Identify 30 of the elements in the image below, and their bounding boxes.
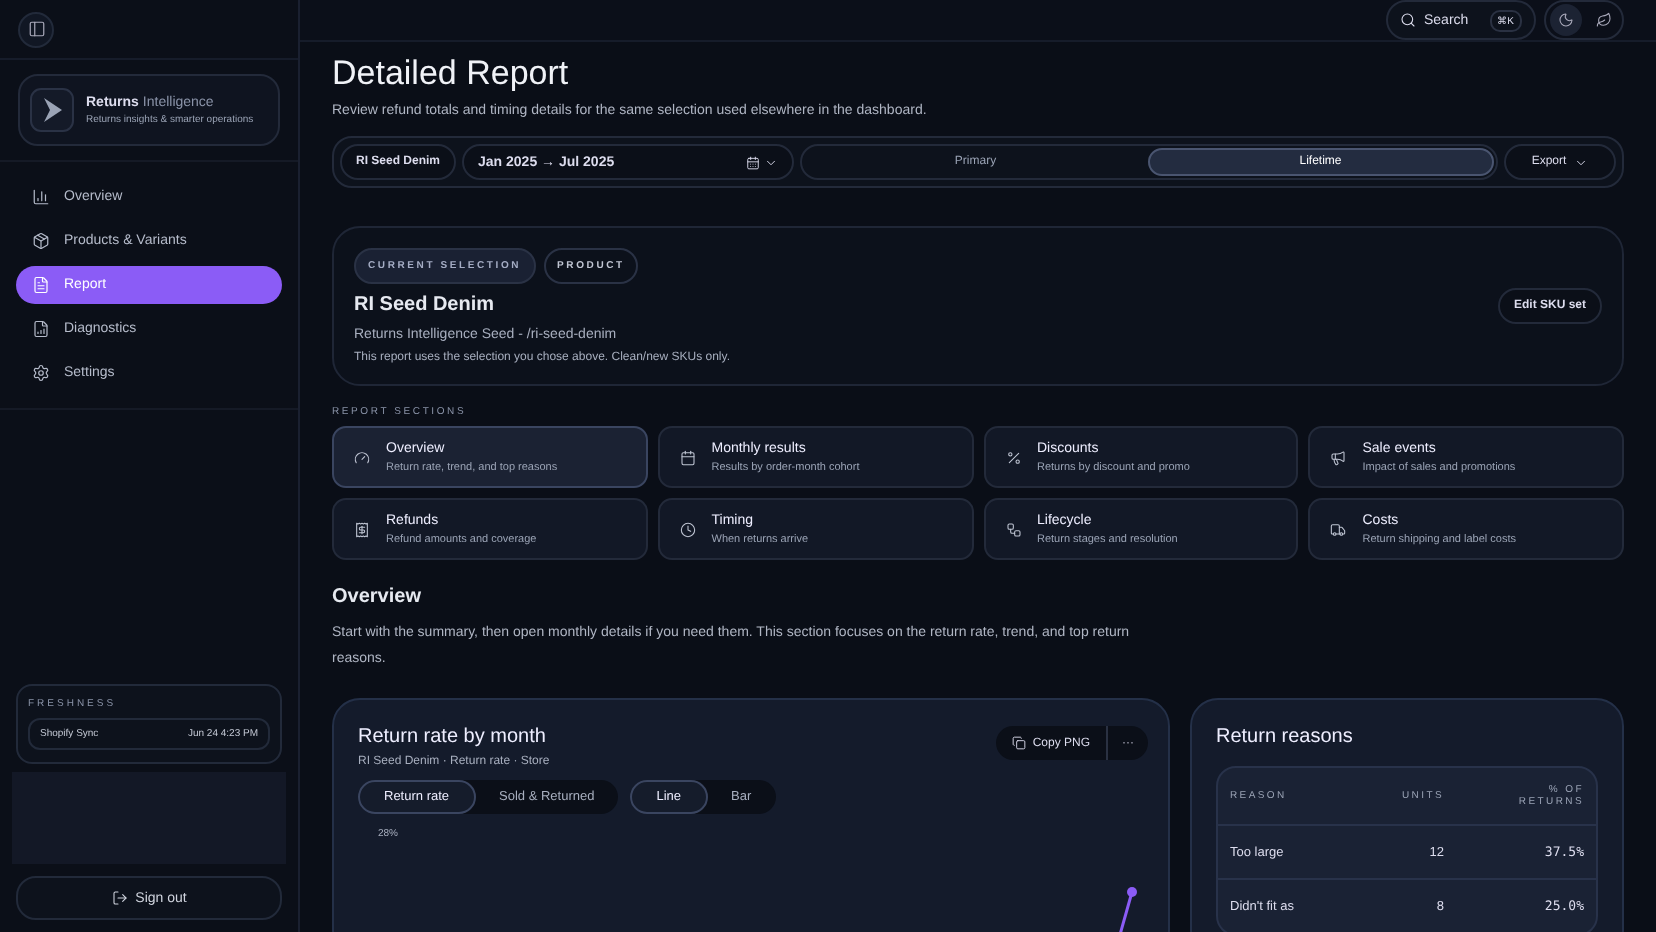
bar-chart-icon — [32, 188, 50, 206]
leaf-icon — [1595, 12, 1611, 28]
percent-icon — [1005, 449, 1021, 465]
truck-icon — [1330, 521, 1347, 537]
megaphone-icon — [1330, 449, 1347, 465]
calendar-icon — [746, 155, 761, 169]
chevron-down-icon — [1574, 155, 1589, 169]
logo-icon — [30, 88, 74, 132]
copy-icon — [1012, 736, 1027, 750]
report-document-icon — [32, 320, 50, 338]
nodes-icon — [1005, 521, 1021, 537]
gauge-icon — [354, 449, 370, 465]
box-icon — [32, 232, 50, 250]
overview-heading: Overview — [332, 586, 423, 608]
calendar-icon — [679, 449, 696, 465]
reasons-title: Return reasons — [1216, 726, 1353, 748]
chart-title: Return rate by month — [358, 726, 546, 748]
clock-icon — [679, 521, 696, 537]
sidebar-toggle-button[interactable] — [18, 11, 54, 47]
settings-icon — [32, 364, 50, 382]
document-icon — [32, 276, 50, 294]
moon-icon — [1557, 12, 1573, 28]
selection-name: RI Seed Denim — [354, 294, 497, 316]
theme-mode-button[interactable] — [1549, 4, 1581, 36]
receipt-icon — [354, 521, 370, 537]
search-icon — [1400, 12, 1416, 28]
chevron-down-icon — [764, 155, 779, 169]
panel-icon — [27, 20, 45, 38]
page-title: Detailed Report — [332, 54, 571, 94]
sign-out-icon — [111, 890, 128, 906]
